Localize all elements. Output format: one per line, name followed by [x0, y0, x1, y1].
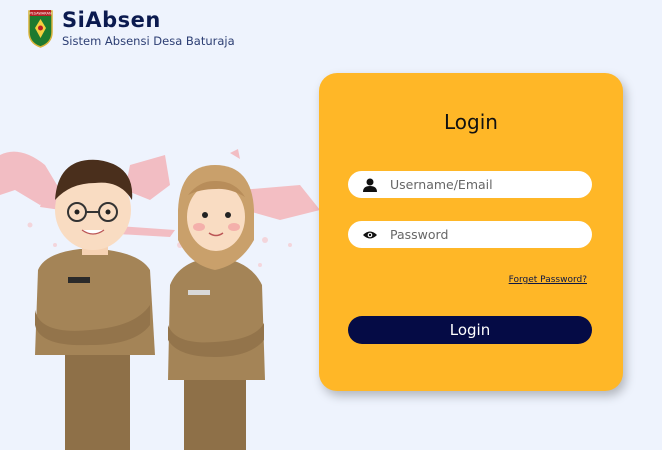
- female-officer-figure: [168, 165, 265, 450]
- password-field[interactable]: [348, 221, 592, 248]
- brand-header: PESAWARAN SiAbsen Sistem Absensi Desa Ba…: [27, 8, 235, 48]
- username-input[interactable]: [390, 177, 580, 192]
- user-icon: [362, 177, 378, 193]
- shield-logo-icon: PESAWARAN: [28, 10, 53, 48]
- login-button[interactable]: Login: [348, 316, 592, 344]
- login-card: Login Forget Password? Login: [319, 73, 623, 391]
- login-title: Login: [444, 110, 498, 134]
- forgot-password-link[interactable]: Forget Password?: [509, 275, 587, 285]
- svg-text:PESAWARAN: PESAWARAN: [29, 12, 52, 16]
- password-input[interactable]: [390, 227, 580, 242]
- app-title: SiAbsen: [62, 8, 161, 32]
- app-subtitle: Sistem Absensi Desa Baturaja: [62, 34, 235, 48]
- username-field[interactable]: [348, 171, 592, 198]
- officers-illustration: [0, 149, 320, 450]
- indonesia-map-graphic: [0, 149, 320, 237]
- eye-icon[interactable]: [362, 227, 378, 243]
